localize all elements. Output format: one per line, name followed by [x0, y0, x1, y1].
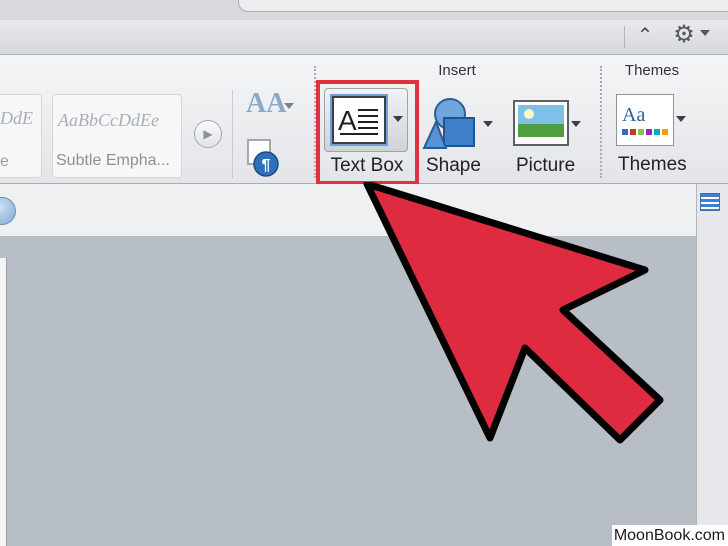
group-separator — [600, 66, 602, 178]
svg-text:Aa: Aa — [622, 104, 645, 126]
gallery-next-icon[interactable]: ▶ — [194, 120, 222, 148]
style-name: Subtle Empha... — [56, 152, 170, 169]
picture-icon[interactable] — [513, 100, 569, 146]
text-box-highlight — [316, 80, 419, 185]
gear-icon[interactable]: ⚙ — [670, 22, 698, 48]
themes-dropdown-caret[interactable] — [676, 116, 686, 122]
picture-dropdown-caret[interactable] — [571, 121, 581, 127]
picture-label: Picture — [516, 155, 576, 176]
settings-dropdown-caret[interactable] — [700, 30, 710, 36]
shape-dropdown-caret[interactable] — [483, 121, 493, 127]
themes-group-label: Themes — [624, 62, 680, 79]
pointer-arrow-annotation — [363, 182, 664, 444]
chevron-up-icon[interactable]: ⌃ — [632, 24, 658, 48]
themes-button-label: Themes — [618, 154, 687, 175]
document-page-edge[interactable] — [0, 258, 7, 546]
vertical-scrollbar[interactable] — [696, 184, 728, 546]
style-sample-text: DdE — [0, 108, 33, 128]
paragraph-icon[interactable]: ¶ — [246, 138, 282, 178]
text-effects-icon[interactable]: AA — [246, 88, 286, 120]
gallery-divider — [232, 90, 233, 178]
style-sample-text: AaBbCcDdEe — [58, 110, 159, 130]
insert-group-label: Insert — [438, 62, 476, 79]
shape-icon[interactable] — [422, 96, 482, 152]
ribbon-header-bar — [0, 20, 728, 55]
style-name: e — [0, 153, 9, 170]
watermark: MoonBook.com — [612, 525, 728, 546]
themes-icon[interactable]: Aa — [616, 94, 674, 146]
text-effects-dropdown-caret[interactable] — [284, 103, 294, 109]
header-divider — [624, 26, 625, 48]
shape-label: Shape — [426, 155, 481, 176]
scroll-view-icon[interactable] — [700, 193, 720, 211]
title-search-field[interactable] — [238, 0, 728, 12]
svg-text:¶: ¶ — [262, 157, 271, 174]
